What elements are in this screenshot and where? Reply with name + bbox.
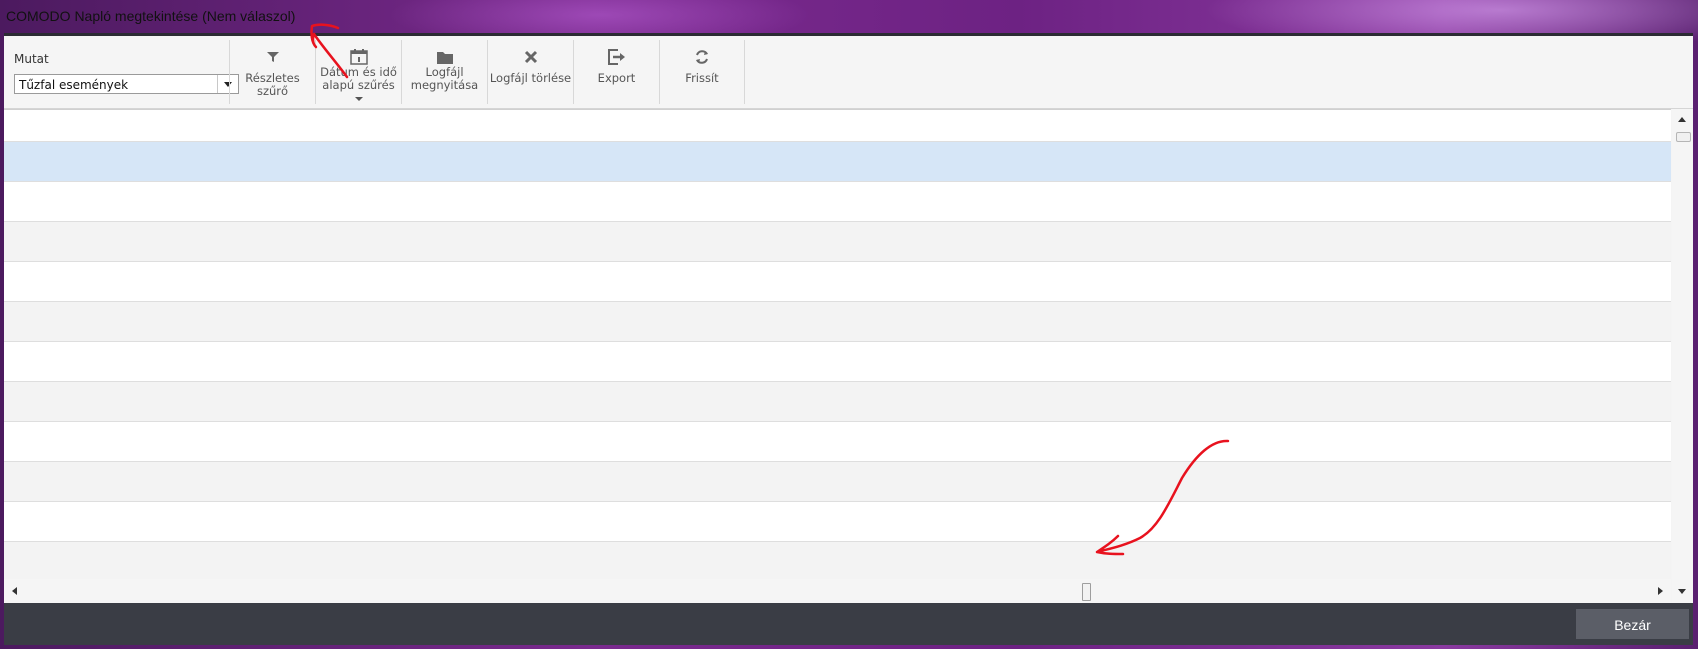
table-row[interactable] [4, 182, 1671, 222]
refresh-button[interactable]: Frissít [659, 40, 745, 104]
toolbar: Mutat Tűzfal események Részletes szűrő D… [4, 36, 1693, 109]
table-row[interactable] [4, 422, 1671, 462]
window-title: COMODO Napló megtekintése (Nem válaszol) [6, 8, 296, 24]
log-table[interactable] [4, 109, 1671, 580]
delete-logfile-button[interactable]: Logfájl törlése [487, 40, 573, 104]
export-button[interactable]: Export [573, 40, 659, 104]
table-row[interactable] [4, 462, 1671, 502]
date-time-filter-label-2: alapú szűrés [322, 78, 395, 92]
delete-x-icon [488, 48, 573, 66]
horizontal-scrollbar[interactable] [4, 579, 1671, 603]
folder-icon [402, 48, 487, 66]
vertical-scroll-thumb[interactable] [1676, 132, 1691, 142]
title-bar[interactable]: COMODO Napló megtekintése (Nem válaszol) [0, 0, 1698, 33]
scroll-up-icon[interactable] [1678, 117, 1686, 122]
table-row[interactable] [4, 502, 1671, 542]
table-row[interactable] [4, 382, 1671, 422]
advanced-filter-button[interactable]: Részletes szűrő [229, 40, 315, 104]
refresh-icon [660, 48, 744, 66]
caret-down-icon[interactable] [355, 97, 363, 101]
footer-bar: Bezár [4, 603, 1693, 645]
calendar-icon [316, 48, 401, 66]
table-row[interactable] [4, 342, 1671, 382]
close-button[interactable]: Bezár [1576, 609, 1689, 639]
scroll-left-icon[interactable] [12, 587, 17, 595]
table-row[interactable] [4, 262, 1671, 302]
export-icon [574, 48, 659, 66]
show-select-value: Tűzfal események [19, 78, 129, 92]
scroll-down-icon[interactable] [1678, 589, 1686, 594]
date-time-filter-button[interactable]: Dátum és idő alapú szűrés [315, 40, 401, 104]
vertical-scrollbar[interactable] [1672, 109, 1692, 603]
scroll-right-icon[interactable] [1658, 587, 1663, 595]
refresh-label: Frissít [685, 71, 719, 85]
open-logfile-label-2: megnyitása [410, 78, 479, 92]
export-label: Export [597, 71, 636, 85]
log-viewer-window: Mutat Tűzfal események Részletes szűrő D… [4, 33, 1693, 645]
delete-logfile-label: Logfájl törlése [489, 71, 572, 85]
show-label: Mutat [14, 52, 49, 66]
selected-table-row[interactable] [4, 142, 1671, 182]
table-row[interactable] [4, 302, 1671, 342]
show-select[interactable]: Tűzfal események [14, 74, 239, 94]
table-row[interactable] [4, 110, 1671, 142]
table-row[interactable] [4, 542, 1671, 580]
horizontal-scroll-thumb[interactable] [1082, 583, 1091, 601]
table-row[interactable] [4, 222, 1671, 262]
filter-icon [230, 48, 315, 66]
open-logfile-button[interactable]: Logfájl megnyitása [401, 40, 487, 104]
advanced-filter-label: Részletes szűrő [245, 71, 300, 98]
